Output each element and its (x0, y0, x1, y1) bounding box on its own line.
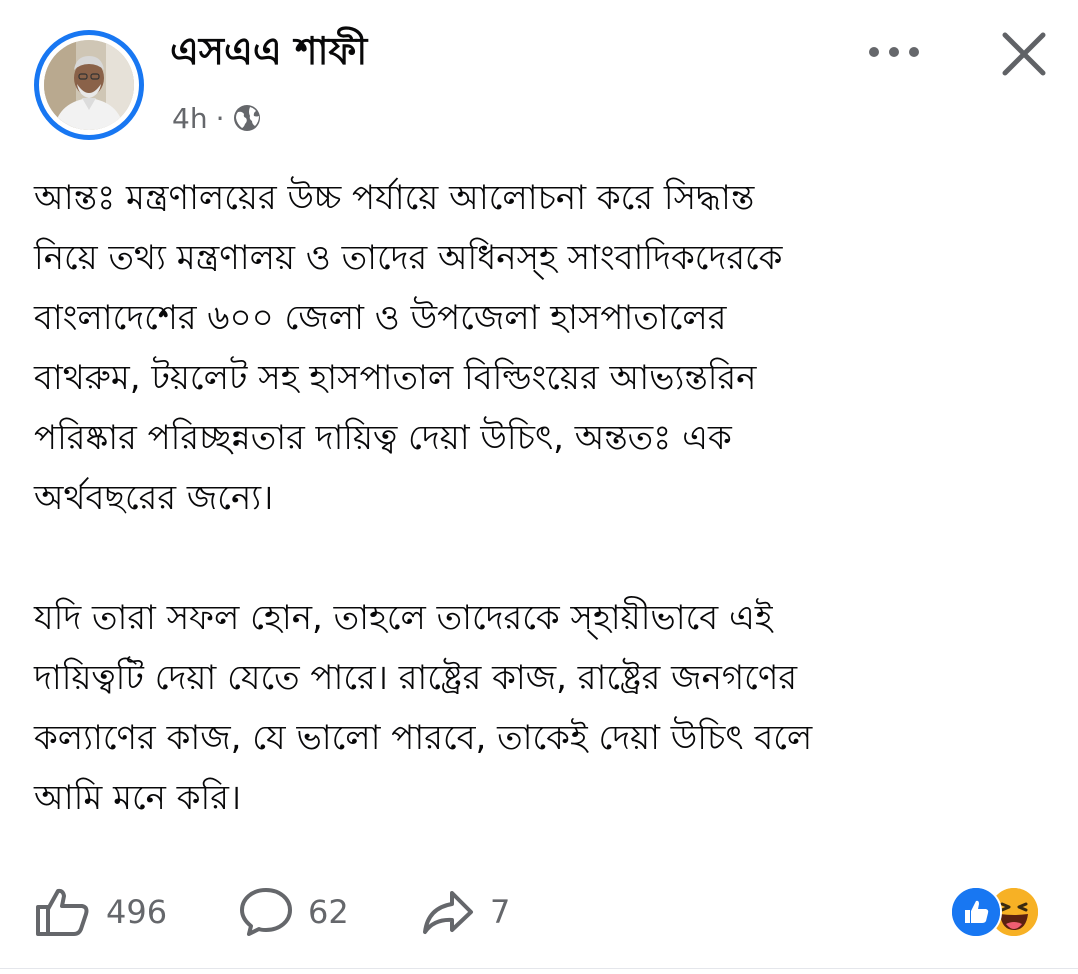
divider (0, 968, 1078, 969)
post-text-line: কল্যাণের কাজ, যে ভালো পারবে, তাকেই দেয়া… (34, 718, 813, 758)
close-button[interactable] (992, 22, 1056, 86)
post-meta: 4h · (172, 98, 262, 138)
action-bar: 496 62 7 (0, 880, 1078, 944)
like-icon (950, 886, 1002, 938)
post-text-line: আমি মনে করি। (34, 778, 242, 818)
post-time[interactable]: 4h (172, 102, 208, 135)
reactions-summary[interactable] (950, 886, 1046, 938)
avatar[interactable] (34, 30, 144, 140)
comment-count: 62 (308, 893, 349, 931)
post-text-line: নিয়ে তথ্য মন্ত্রণালয় ও তাদের অধিনস্হ স… (34, 238, 783, 278)
close-icon (1002, 32, 1046, 76)
post-text-line: বাংলাদেশের ৬০০ জেলা ও উপজেলা হাসপাতালের (34, 298, 727, 338)
share-icon (423, 891, 473, 934)
post-body: আন্তঃ মন্ত্রণালয়ের উচ্চ পর্যায়ে আলোচনা… (34, 168, 1044, 828)
more-options-button[interactable] (858, 32, 930, 72)
comment-button[interactable]: 62 (238, 880, 349, 944)
post-text-line: অর্থবছরের জন্যে। (34, 478, 274, 518)
like-button[interactable]: 496 (34, 880, 167, 944)
share-count: 7 (490, 893, 511, 931)
share-button[interactable]: 7 (420, 880, 510, 944)
author-name[interactable]: এসএএ শাফী (170, 26, 367, 76)
profile-photo (44, 40, 134, 130)
thumbs-up-icon (36, 888, 89, 936)
like-count: 496 (106, 893, 168, 931)
facebook-post: এসএএ শাফী 4h · আন্তঃ মন্ত্রণালয়ের উচ্চ … (0, 0, 1078, 974)
globe-icon[interactable] (232, 103, 262, 133)
comment-icon (240, 888, 292, 936)
more-dots-icon (869, 47, 919, 57)
post-text-line: দায়িত্বটি দেয়া যেতে পারে। রাষ্ট্রের কা… (34, 658, 798, 698)
post-text-line: বাথরুম, টয়লেট সহ হাসপাতাল বিল্ডিংয়ের আ… (34, 358, 757, 398)
post-text-line: যদি তারা সফল হোন, তাহলে তাদেরকে স্হায়ীভ… (34, 598, 773, 638)
post-text-line: আন্তঃ মন্ত্রণালয়ের উচ্চ পর্যায়ে আলোচনা… (34, 178, 755, 218)
meta-separator: · (215, 101, 225, 135)
post-text-line: পরিষ্কার পরিচ্ছন্নতার দায়িত্ব দেয়া উচি… (34, 418, 732, 458)
